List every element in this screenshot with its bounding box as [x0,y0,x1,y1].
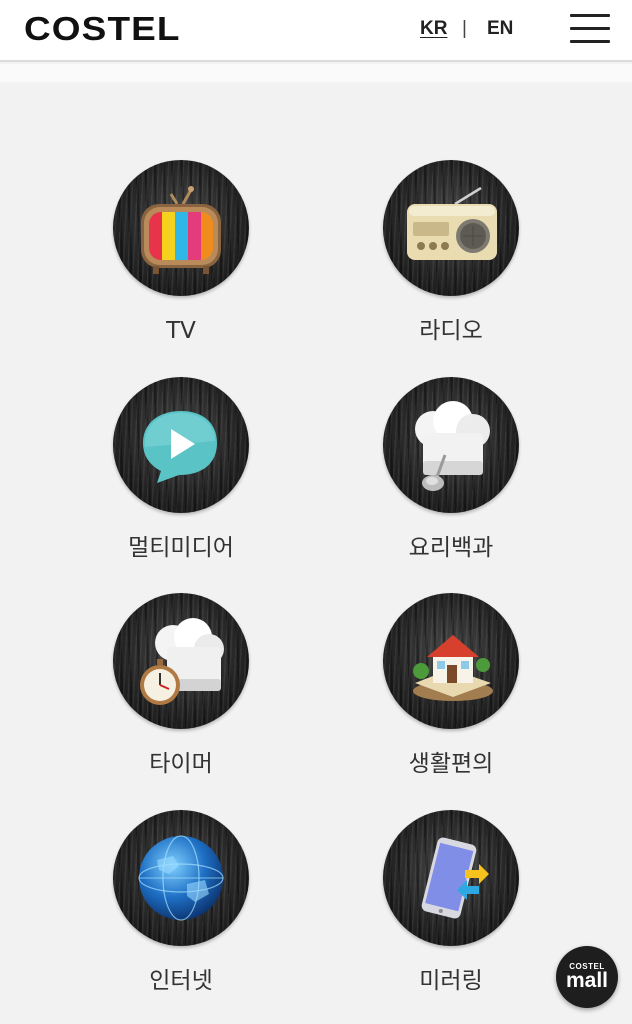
category-multimedia[interactable]: 멀티미디어 [71,377,291,577]
category-label: 라디오 [419,318,483,344]
timer-chef-hat-icon [113,593,249,729]
category-internet[interactable]: 인터넷 [71,810,291,1010]
category-mirroring[interactable]: 미러링 [341,810,561,1010]
phone-mirroring-icon [383,810,519,946]
chef-hat-icon [383,377,519,513]
tv-icon [113,160,249,296]
category-timer[interactable]: 타이머 [71,593,291,793]
category-label: 인터넷 [149,968,213,994]
costel-mall-button[interactable]: COSTEL mall [556,946,618,1008]
mall-button-label: mall [565,969,609,992]
house-icon [383,593,519,729]
category-label: TV [166,318,196,344]
category-label: 생활편의 [408,751,494,777]
category-cooking[interactable]: 요리백과 [341,377,561,577]
category-living[interactable]: 생활편의 [341,593,561,793]
category-label: 멀티미디어 [128,535,234,561]
globe-icon [113,810,249,946]
category-tv[interactable]: TV [71,160,291,360]
category-label: 타이머 [149,751,213,777]
category-radio[interactable]: 라디오 [341,160,561,360]
play-bubble-icon [113,377,249,513]
radio-icon [383,160,519,296]
category-grid: TV 라디오 멀티미디어 요리백과 타이머 생활편의 인터넷 미러링 [0,0,632,1024]
category-label: 요리백과 [408,535,494,561]
category-label: 미러링 [419,968,483,994]
